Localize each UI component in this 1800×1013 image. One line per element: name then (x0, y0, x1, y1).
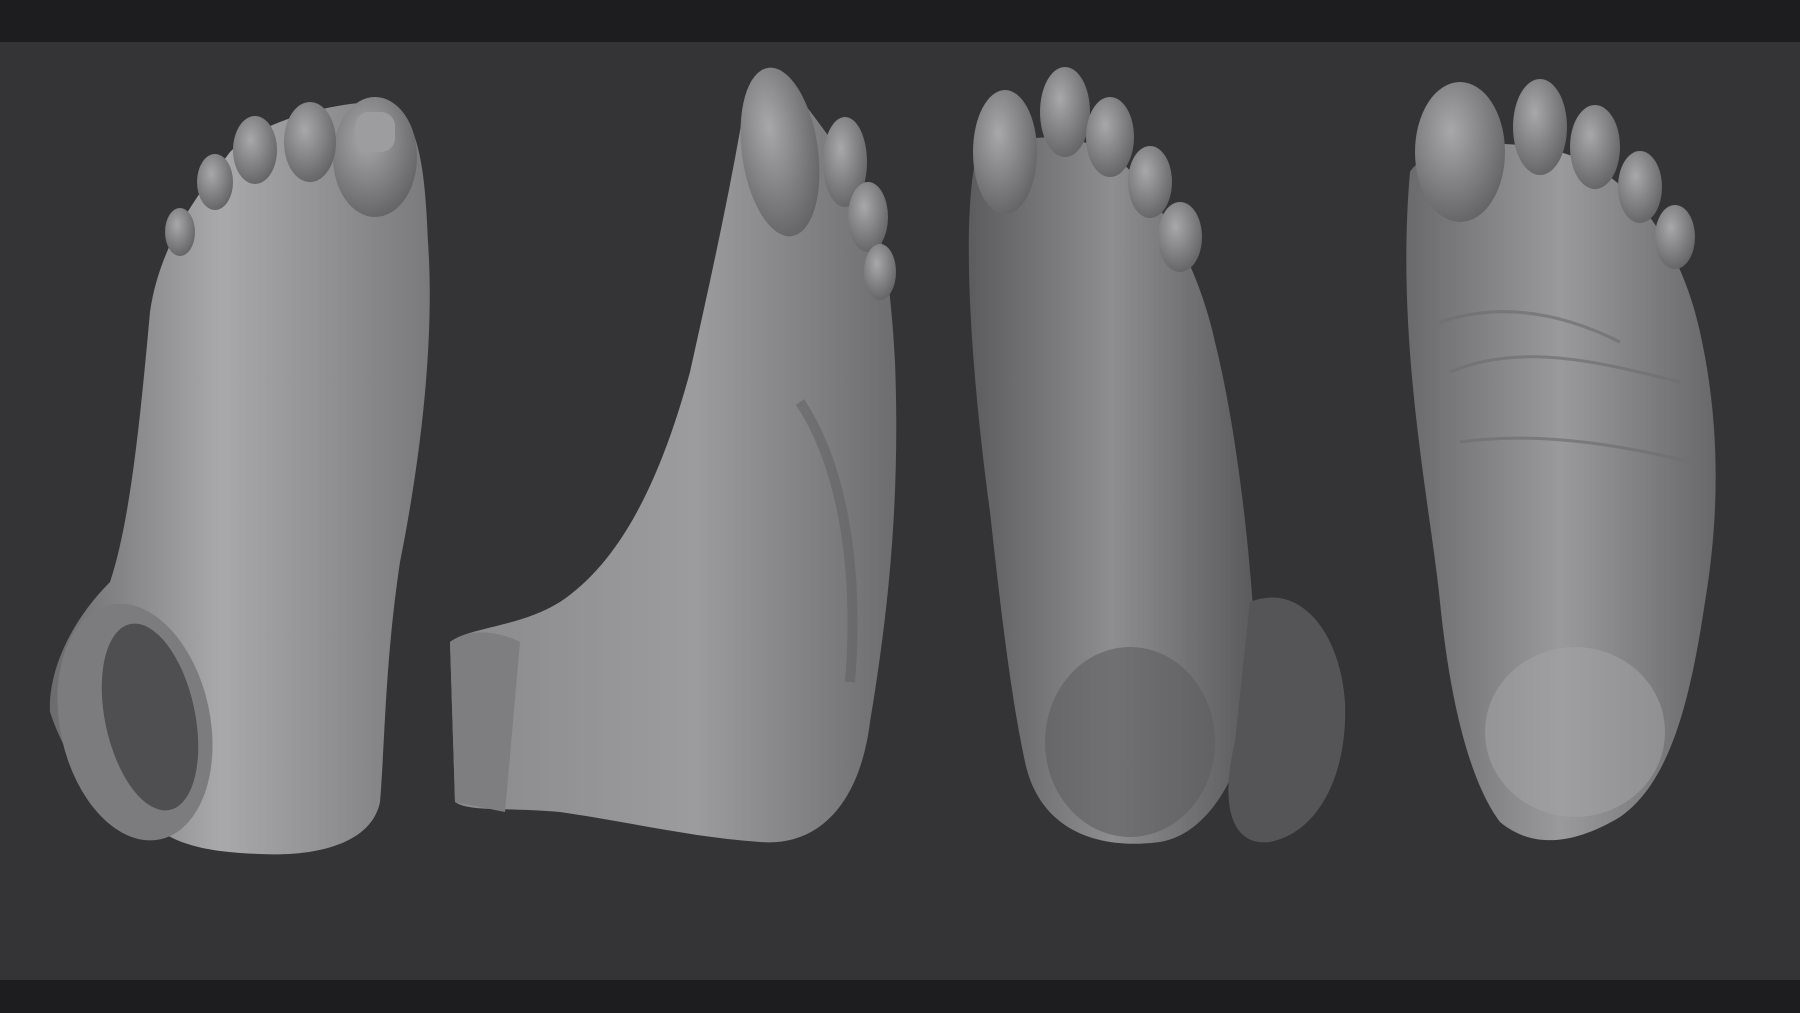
foot-top-view (49, 97, 430, 855)
foot-sole-angled-view (968, 67, 1346, 844)
sculpt-render (49, 67, 1716, 855)
foot-sole-view (1406, 79, 1716, 841)
viewport-canvas (0, 42, 1800, 980)
bottom-frame-bar (0, 980, 1800, 1013)
image-stage (0, 0, 1800, 1013)
foot-side-view (450, 67, 897, 843)
top-frame-bar (0, 0, 1800, 42)
